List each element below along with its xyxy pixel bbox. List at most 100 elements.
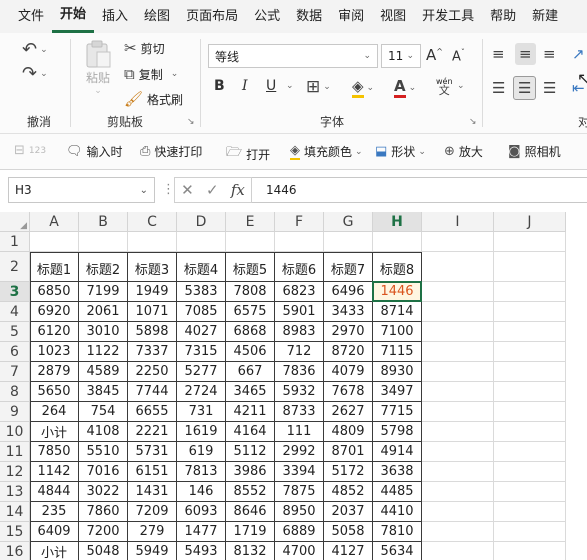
cell[interactable]: 6093 (177, 502, 226, 522)
cell[interactable]: 7850 (30, 442, 79, 462)
select-all-corner[interactable]: ◢ (0, 212, 30, 232)
font-color-button[interactable]: A ⌄ (394, 77, 416, 98)
cell[interactable]: 5048 (79, 542, 128, 560)
dialog-launcher-icon[interactable]: ↘ (187, 117, 195, 127)
cell[interactable]: 7337 (128, 342, 177, 362)
cell[interactable]: 4914 (373, 442, 422, 462)
cell[interactable]: 7199 (79, 282, 128, 302)
cell[interactable]: 5058 (324, 522, 373, 542)
cell[interactable]: 667 (226, 362, 275, 382)
cell[interactable]: 小计 (30, 422, 79, 442)
menu-tab[interactable]: 公式 (246, 0, 288, 33)
column-header[interactable]: H (373, 212, 422, 232)
cell[interactable]: 标题2 (79, 252, 128, 282)
cell[interactable] (494, 322, 566, 342)
cell[interactable]: 8733 (275, 402, 324, 422)
cell[interactable]: 4852 (324, 482, 373, 502)
cell[interactable]: 4809 (324, 422, 373, 442)
cell[interactable] (422, 302, 494, 322)
column-header[interactable]: I (422, 212, 494, 232)
cell[interactable]: 7200 (79, 522, 128, 542)
check-icon[interactable]: ✓ (206, 181, 219, 199)
cell[interactable] (494, 482, 566, 502)
cell[interactable] (494, 462, 566, 482)
cell[interactable] (422, 322, 494, 342)
row-header[interactable]: 14 (0, 502, 30, 522)
column-header[interactable]: F (275, 212, 324, 232)
cell[interactable] (422, 232, 494, 252)
cell[interactable]: 4410 (373, 502, 422, 522)
cell[interactable] (422, 342, 494, 362)
cell[interactable]: 6120 (30, 322, 79, 342)
cell[interactable]: 4485 (373, 482, 422, 502)
cell[interactable] (494, 282, 566, 302)
cell[interactable]: 3010 (79, 322, 128, 342)
cell[interactable]: 1446 (373, 282, 422, 302)
cell[interactable]: 5172 (324, 462, 373, 482)
cell[interactable]: 2061 (79, 302, 128, 322)
cell[interactable]: 4700 (275, 542, 324, 560)
cell[interactable]: 7836 (275, 362, 324, 382)
cell[interactable]: 6823 (275, 282, 324, 302)
row-header[interactable]: 10 (0, 422, 30, 442)
cell[interactable]: 8552 (226, 482, 275, 502)
column-header[interactable]: C (128, 212, 177, 232)
qb-shapes[interactable]: ⬓ 形状 ⌄ (375, 143, 426, 160)
cell[interactable]: 8983 (275, 322, 324, 342)
insert-function-button[interactable]: fx (231, 181, 245, 199)
menu-tab[interactable]: 绘图 (136, 0, 178, 33)
row-header[interactable]: 3 (0, 282, 30, 302)
dialog-launcher-icon[interactable]: ↘ (469, 117, 477, 127)
cell[interactable]: 6575 (226, 302, 275, 322)
borders-button[interactable]: ⊞ ⌄ (306, 77, 331, 97)
cell[interactable]: 712 (275, 342, 324, 362)
cell[interactable]: 7678 (324, 382, 373, 402)
cell[interactable]: 1949 (128, 282, 177, 302)
cell[interactable]: 4211 (226, 402, 275, 422)
font-name-select[interactable]: 等线 ⌄ (208, 44, 378, 68)
cell[interactable]: 4079 (324, 362, 373, 382)
cell[interactable] (494, 302, 566, 322)
cell[interactable] (422, 382, 494, 402)
cell[interactable]: 1719 (226, 522, 275, 542)
row-header[interactable]: 12 (0, 462, 30, 482)
align-right-button[interactable]: ☰ (543, 79, 556, 97)
cell[interactable]: 7810 (373, 522, 422, 542)
row-header[interactable]: 9 (0, 402, 30, 422)
phonetic-button[interactable]: wén 文 (436, 77, 453, 96)
cell[interactable]: 3497 (373, 382, 422, 402)
cell[interactable]: 3845 (79, 382, 128, 402)
cell[interactable]: 6655 (128, 402, 177, 422)
column-header[interactable]: A (30, 212, 79, 232)
cell[interactable] (177, 232, 226, 252)
italic-button[interactable]: I (242, 78, 248, 94)
cell[interactable] (324, 232, 373, 252)
menu-tab[interactable]: 帮助 (482, 0, 524, 33)
cell[interactable]: 6850 (30, 282, 79, 302)
cell[interactable] (226, 232, 275, 252)
fill-color-button[interactable]: ◈ ⌄ (352, 77, 374, 98)
cell[interactable]: 5383 (177, 282, 226, 302)
cell[interactable]: 2250 (128, 362, 177, 382)
cell[interactable]: 4164 (226, 422, 275, 442)
align-bottom-button[interactable]: ≡ (543, 45, 556, 63)
row-header[interactable]: 11 (0, 442, 30, 462)
cell[interactable]: 5901 (275, 302, 324, 322)
cell[interactable] (494, 342, 566, 362)
menu-tab[interactable]: 数据 (288, 0, 330, 33)
cancel-icon[interactable]: ✕ (181, 181, 194, 199)
cell[interactable] (422, 462, 494, 482)
cell[interactable]: 标题4 (177, 252, 226, 282)
cell[interactable]: 146 (177, 482, 226, 502)
column-header[interactable]: B (79, 212, 128, 232)
qb-number-format[interactable]: ⊟ 123 (14, 143, 46, 158)
cell[interactable] (79, 232, 128, 252)
menu-tab[interactable]: 页面布局 (178, 0, 246, 33)
align-center-button[interactable]: ☰ (513, 76, 537, 100)
cell[interactable] (275, 232, 324, 252)
cell[interactable] (494, 522, 566, 542)
cell[interactable]: 5650 (30, 382, 79, 402)
cell[interactable]: 6920 (30, 302, 79, 322)
name-box[interactable]: H3 ⌄ (8, 177, 155, 203)
copy-button[interactable]: ⧉ 复制 ⌄ (124, 65, 178, 83)
